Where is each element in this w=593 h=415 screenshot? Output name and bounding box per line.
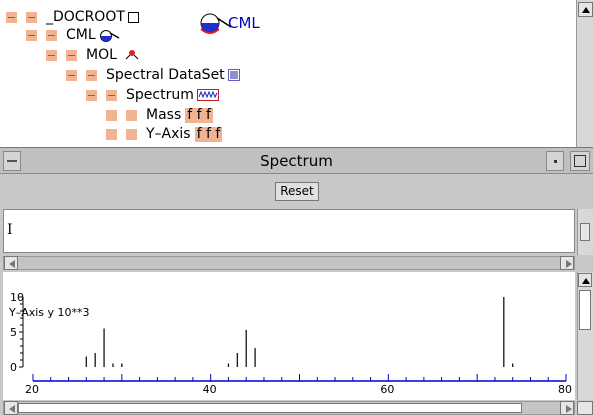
dataset-icon (227, 69, 240, 81)
y-tick-label: 0 (10, 361, 17, 374)
tree-node-label: Spectral DataSet (106, 67, 225, 83)
y-tick-label: 5 (10, 326, 17, 339)
collapse-toggle[interactable] (86, 89, 97, 101)
text-output-area[interactable]: I (3, 209, 575, 253)
x-tick-label: 40 (203, 383, 217, 396)
x-tick-label: 20 (25, 383, 39, 396)
node-square (126, 128, 137, 140)
maximize-icon (574, 155, 586, 167)
tree-node-label: CML (66, 27, 96, 43)
text-vscrollbar[interactable] (577, 209, 593, 255)
scroll-thumb[interactable] (580, 223, 590, 241)
frame-titlebar[interactable]: Spectrum (0, 148, 593, 174)
tree-node-docroot[interactable]: _DOCROOT (6, 8, 139, 26)
tree-node-label: MOL (86, 47, 117, 63)
tree-node-label: _DOCROOT (46, 9, 125, 25)
scroll-thumb[interactable] (18, 403, 522, 413)
minimize-icon (554, 160, 557, 163)
maximize-button[interactable] (570, 151, 590, 171)
node-square (26, 11, 37, 23)
scroll-left-arrow-icon[interactable] (4, 256, 18, 270)
reset-button[interactable]: Reset (275, 182, 319, 201)
tree-node-label: Y–Axis (146, 126, 191, 142)
frame-title: Spectrum (260, 152, 333, 170)
molecule-icon (125, 50, 139, 60)
spectrum-frame: Spectrum Reset I Y–Axis y 10**3 10 5 0 20 40… (0, 147, 593, 415)
plot-vscrollbar[interactable] (577, 272, 593, 400)
tree-node-y-axis[interactable]: Y–Axis f f f (106, 125, 223, 143)
collapse-toggle[interactable] (6, 11, 17, 23)
scroll-thumb[interactable] (579, 290, 591, 330)
scroll-left-arrow-icon[interactable] (4, 401, 18, 415)
node-square (86, 69, 97, 81)
plot-hscrollbar[interactable] (3, 401, 575, 415)
y-axis-label: Y–Axis y 10**3 (8, 306, 90, 319)
node-square (106, 89, 117, 101)
float-array-badge: f f f (185, 106, 213, 123)
spectrum-plot[interactable]: Y–Axis y 10**3 10 5 0 20 40 60 80 (3, 272, 575, 400)
cml-flask-icon (99, 30, 119, 42)
tree-node-spectral-dataset[interactable]: Spectral DataSet (66, 66, 240, 84)
tree-scrollbar[interactable] (576, 0, 593, 147)
spectrum-icon (196, 89, 219, 101)
tree-node-mass[interactable]: Mass f f f (106, 106, 213, 124)
tree-node-label: Mass (146, 107, 182, 123)
x-tick-label: 80 (558, 383, 572, 396)
spectrum-chart: Y–Axis y 10**3 105020 40 60 80 (8, 291, 572, 396)
cml-flask-icon (200, 13, 232, 34)
scroll-up-arrow-icon[interactable] (578, 273, 592, 287)
scroll-right-arrow-icon[interactable] (560, 401, 574, 415)
x-tick-label: 60 (380, 383, 394, 396)
leaf-square (106, 109, 117, 121)
tree-node-mol[interactable]: MOL (46, 46, 140, 64)
leaf-square (106, 128, 117, 140)
collapse-toggle[interactable] (46, 49, 57, 61)
float-array-badge: f f f (194, 125, 223, 142)
node-square (46, 29, 57, 41)
app-window: _DOCROOT CML MOL Spectral DataSet Spectr… (0, 0, 593, 415)
tree-node-label: Spectrum (126, 87, 194, 103)
cml-badge-label: CML (228, 14, 260, 32)
scroll-up-arrow-icon[interactable] (578, 2, 593, 17)
scroll-down-arrow-icon[interactable] (577, 401, 593, 415)
text-cursor: I (7, 222, 13, 238)
minimize-button[interactable] (546, 151, 564, 171)
node-square (126, 109, 137, 121)
tree-node-spectrum[interactable]: Spectrum (86, 86, 219, 104)
collapse-toggle[interactable] (26, 29, 37, 41)
collapse-toggle[interactable] (66, 69, 77, 81)
scroll-right-arrow-icon[interactable] (560, 256, 574, 270)
document-tree[interactable]: _DOCROOT CML MOL Spectral DataSet Spectr… (0, 0, 576, 147)
cml-badge: CML (198, 9, 260, 37)
empty-box-icon (127, 11, 139, 23)
node-square (66, 49, 77, 61)
text-hscrollbar[interactable] (3, 256, 575, 270)
tree-node-cml[interactable]: CML (26, 26, 121, 44)
